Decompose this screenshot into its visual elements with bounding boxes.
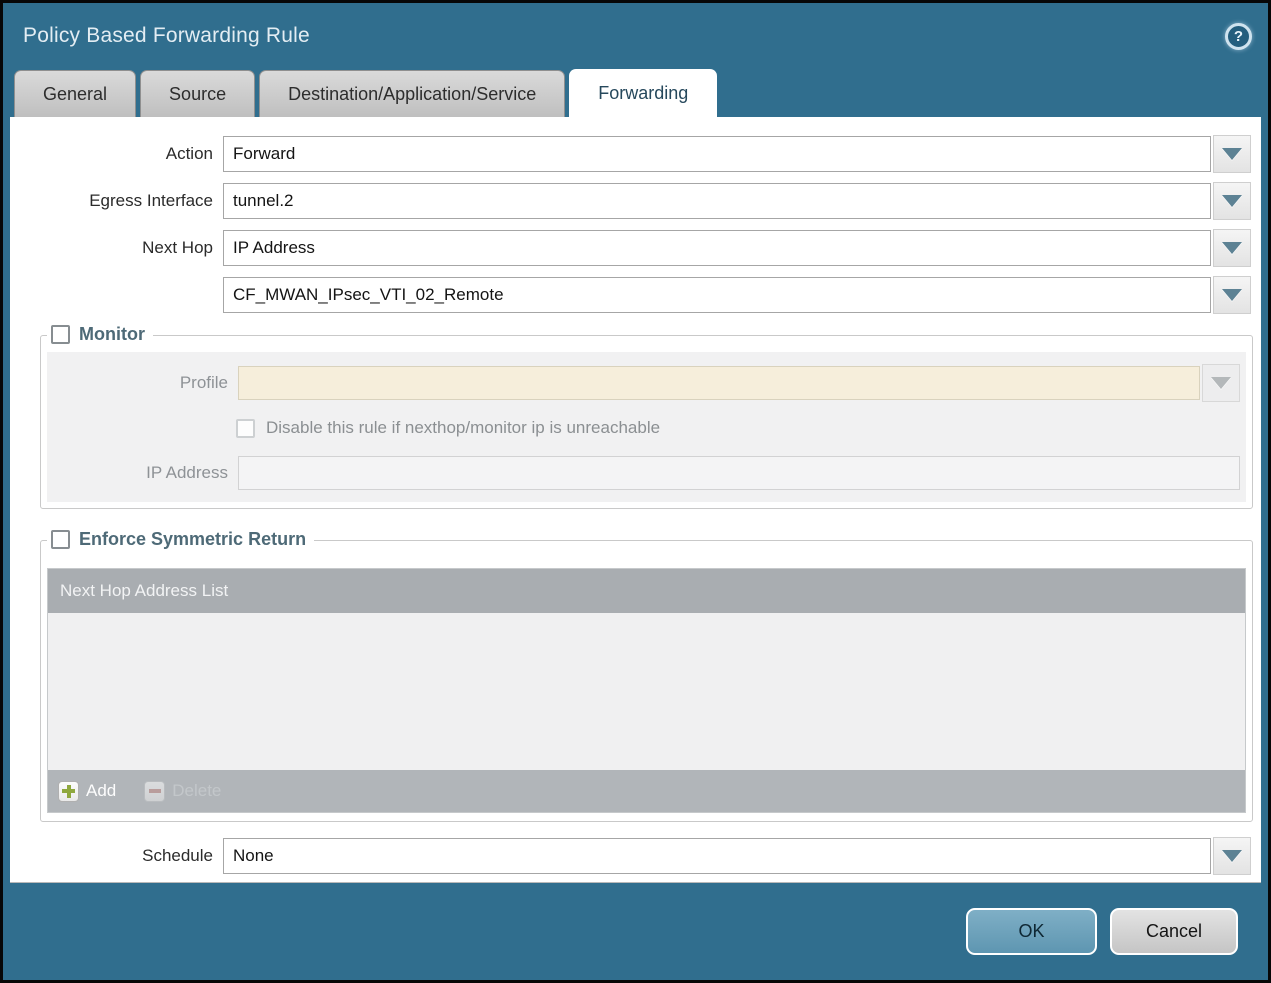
profile-value [238,366,1200,400]
next-hop-label: Next Hop [10,238,223,258]
policy-based-forwarding-rule-dialog: Policy Based Forwarding Rule ? General S… [0,0,1271,983]
help-glyph: ? [1234,28,1243,45]
chevron-down-icon [1222,289,1242,301]
action-dropdown-button[interactable] [1213,135,1251,173]
chevron-down-icon [1222,242,1242,254]
egress-interface-dropdown-button[interactable] [1213,182,1251,220]
dialog-title: Policy Based Forwarding Rule [23,24,310,48]
minus-icon [144,781,165,802]
disable-rule-row: Disable this rule if nexthop/monitor ip … [236,418,1240,438]
action-label: Action [10,144,223,164]
profile-dropdown-button [1202,364,1240,402]
next-hop-address-list-table: Next Hop Address List Add Delete [47,568,1246,813]
monitor-ip-address-field [238,456,1240,490]
next-hop-address-list-body [48,613,1245,770]
monitor-checkbox[interactable] [51,325,70,344]
next-hop-address-list-header: Next Hop Address List [48,569,1245,613]
next-hop-type-dropdown-button[interactable] [1213,229,1251,267]
next-hop-address-row: CF_MWAN_IPsec_VTI_02_Remote [10,276,1261,314]
add-button[interactable]: Add [58,781,116,802]
profile-label: Profile [53,373,238,393]
schedule-label: Schedule [10,846,223,866]
egress-interface-row: Egress Interface tunnel.2 [10,182,1261,220]
monitor-section: Monitor Profile Disable this rule if nex… [40,335,1253,509]
tab-source[interactable]: Source [140,70,255,117]
next-hop-type-value[interactable]: IP Address [223,230,1211,266]
disable-rule-label: Disable this rule if nexthop/monitor ip … [266,418,660,438]
next-hop-address-combo: CF_MWAN_IPsec_VTI_02_Remote [223,276,1251,314]
add-button-label: Add [86,781,116,801]
schedule-value[interactable]: None [223,838,1211,874]
enforce-symmetric-return-section: Enforce Symmetric Return Next Hop Addres… [40,540,1253,822]
enforce-symmetric-return-checkbox[interactable] [51,530,70,549]
monitor-ip-address-label: IP Address [53,463,238,483]
tab-bar: General Source Destination/Application/S… [3,69,1268,117]
enforce-symmetric-return-label: Enforce Symmetric Return [79,529,306,550]
profile-row: Profile [53,364,1240,402]
forwarding-tab-panel: Action Forward Egress Interface tunnel.2… [10,117,1261,883]
schedule-row: Schedule None [10,837,1261,875]
delete-button: Delete [144,781,221,802]
chevron-down-icon [1222,850,1242,862]
cancel-button[interactable]: Cancel [1110,908,1238,955]
monitor-legend: Monitor [47,324,153,345]
enforce-symmetric-return-legend: Enforce Symmetric Return [47,529,314,550]
disable-rule-checkbox [236,419,255,438]
monitor-legend-label: Monitor [79,324,145,345]
egress-interface-combo: tunnel.2 [223,182,1251,220]
next-hop-type-combo: IP Address [223,229,1251,267]
next-hop-row: Next Hop IP Address [10,229,1261,267]
chevron-down-icon [1222,148,1242,160]
tab-forwarding[interactable]: Forwarding [569,69,717,117]
tab-destination-application-service[interactable]: Destination/Application/Service [259,70,565,117]
next-hop-address-dropdown-button[interactable] [1213,276,1251,314]
ok-button[interactable]: OK [966,908,1097,955]
chevron-down-icon [1222,195,1242,207]
schedule-dropdown-button[interactable] [1213,837,1251,875]
monitor-panel: Profile Disable this rule if nexthop/mon… [47,352,1246,502]
schedule-combo: None [223,837,1251,875]
action-combo: Forward [223,135,1251,173]
tab-general[interactable]: General [14,70,136,117]
next-hop-address-value[interactable]: CF_MWAN_IPsec_VTI_02_Remote [223,277,1211,313]
plus-icon [58,781,79,802]
egress-interface-label: Egress Interface [10,191,223,211]
next-hop-address-list-toolbar: Add Delete [48,770,1245,812]
title-bar: Policy Based Forwarding Rule ? [3,3,1268,69]
monitor-ip-address-row: IP Address [53,456,1240,490]
dialog-footer: OK Cancel [3,883,1268,980]
action-row: Action Forward [10,135,1261,173]
chevron-down-icon [1211,377,1231,389]
delete-button-label: Delete [172,781,221,801]
action-value[interactable]: Forward [223,136,1211,172]
egress-interface-value[interactable]: tunnel.2 [223,183,1211,219]
profile-combo [238,364,1240,402]
help-icon[interactable]: ? [1225,23,1252,50]
